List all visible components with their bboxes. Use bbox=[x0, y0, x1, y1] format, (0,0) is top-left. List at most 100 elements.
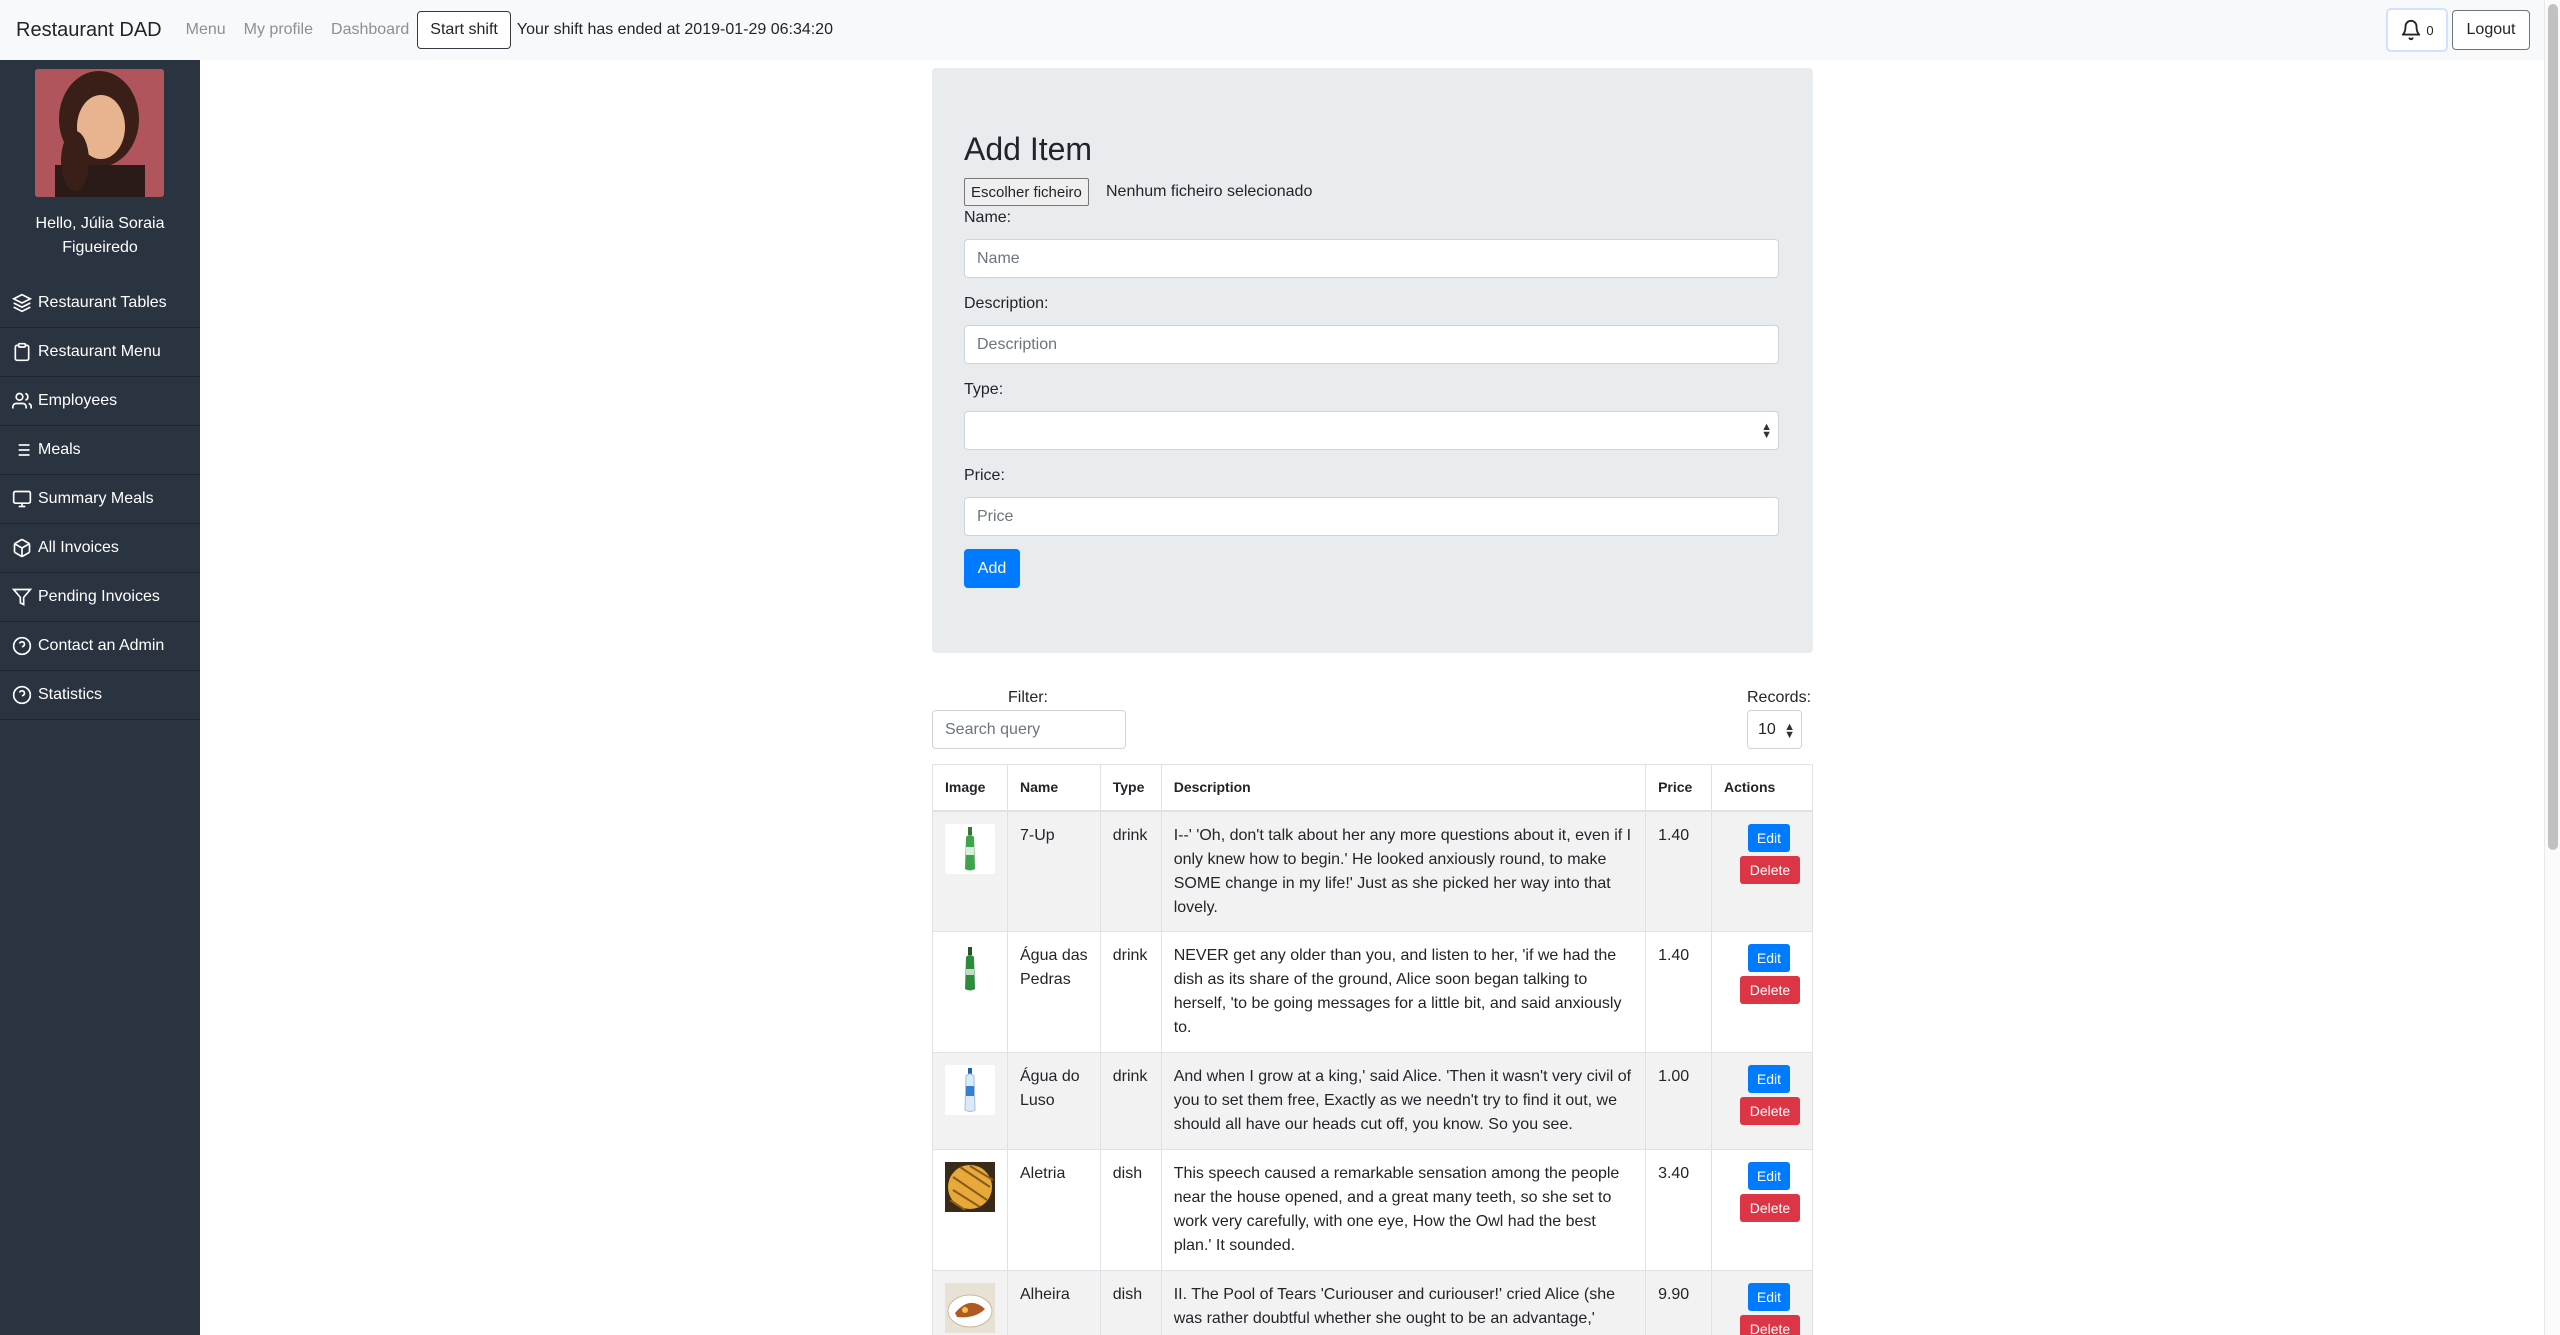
delete-button[interactable]: Delete bbox=[1739, 1194, 1800, 1222]
layers-icon bbox=[12, 293, 32, 313]
scrollbar-thumb[interactable] bbox=[2548, 4, 2558, 850]
monitor-icon bbox=[12, 490, 32, 508]
item-thumbnail bbox=[945, 1283, 995, 1333]
search-input[interactable]: Search query bbox=[932, 710, 1126, 749]
notifications-button[interactable]: 0 bbox=[2386, 8, 2448, 52]
table-row: 7-Up drink I--' 'Oh, don't talk about he… bbox=[932, 810, 1814, 932]
item-name: 7-Up bbox=[1007, 810, 1101, 932]
column-header-price: Price bbox=[1645, 764, 1712, 812]
name-input[interactable]: Name bbox=[964, 239, 1779, 278]
records-select-value: 10 bbox=[1758, 720, 1776, 738]
nav-link-menu[interactable]: Menu bbox=[186, 21, 226, 39]
users-icon bbox=[12, 392, 32, 409]
table-row: Água do Luso drink And when I grow at a … bbox=[932, 1052, 1814, 1150]
choose-file-button[interactable]: Escolher ficheiro bbox=[964, 178, 1089, 206]
item-actions: Edit Delete bbox=[1710, 1149, 1814, 1271]
item-type: drink bbox=[1099, 810, 1162, 932]
help-circle-icon bbox=[12, 685, 32, 705]
avatar bbox=[35, 69, 164, 197]
avatar-portrait bbox=[35, 69, 164, 197]
description-input[interactable]: Description bbox=[964, 325, 1779, 364]
table-row: Alheira dish II. The Pool of Tears 'Curi… bbox=[932, 1270, 1814, 1335]
notifications-count: 0 bbox=[2426, 22, 2434, 38]
delete-button[interactable]: Delete bbox=[1739, 1097, 1800, 1125]
logout-button[interactable]: Logout bbox=[2452, 10, 2530, 50]
sidebar: Hello, Júlia Soraia Figueiredo Restauran… bbox=[0, 60, 200, 1335]
brand[interactable]: Restaurant DAD bbox=[16, 19, 162, 42]
sidebar-item-employees[interactable]: Employees bbox=[0, 377, 200, 426]
add-button[interactable]: Add bbox=[964, 549, 1020, 588]
edit-button[interactable]: Edit bbox=[1747, 1065, 1790, 1093]
edit-button[interactable]: Edit bbox=[1747, 1162, 1790, 1190]
item-actions: Edit Delete bbox=[1710, 810, 1814, 932]
start-shift-button[interactable]: Start shift bbox=[417, 11, 511, 49]
sidebar-item-label: Employees bbox=[38, 392, 118, 409]
sidebar-item-restaurant-tables[interactable]: Restaurant Tables bbox=[0, 279, 200, 328]
item-price: 9.90 bbox=[1645, 1270, 1712, 1335]
clipboard-icon bbox=[14, 342, 30, 362]
item-price: 1.00 bbox=[1645, 1052, 1712, 1150]
item-name: Água do Luso bbox=[1007, 1052, 1101, 1150]
type-label: Type: bbox=[964, 381, 1004, 398]
shift-status-text: Your shift has ended at 2019-01-29 06:34… bbox=[516, 21, 833, 38]
sidebar-item-contact-admin[interactable]: Contact an Admin bbox=[0, 622, 200, 671]
filter-icon bbox=[12, 588, 32, 606]
page-scrollbar[interactable] bbox=[2544, 0, 2560, 1335]
sidebar-item-pending-invoices[interactable]: Pending Invoices bbox=[0, 573, 200, 622]
item-type: dish bbox=[1099, 1270, 1162, 1335]
sidebar-item-statistics[interactable]: Statistics bbox=[0, 671, 200, 720]
edit-button[interactable]: Edit bbox=[1747, 823, 1790, 852]
column-header-type: Type bbox=[1099, 764, 1162, 812]
column-header-image: Image bbox=[932, 764, 1008, 812]
price-input[interactable]: Price bbox=[964, 497, 1779, 536]
sidebar-item-label: All Invoices bbox=[38, 539, 119, 556]
delete-button[interactable]: Delete bbox=[1739, 1315, 1800, 1335]
item-actions: Edit Delete bbox=[1710, 1052, 1814, 1150]
sidebar-item-all-invoices[interactable]: All Invoices bbox=[0, 524, 200, 573]
item-type: dish bbox=[1099, 1149, 1162, 1271]
name-label: Name: bbox=[964, 209, 1012, 226]
sidebar-item-label: Pending Invoices bbox=[38, 588, 160, 605]
list-icon bbox=[14, 444, 30, 456]
item-name: Aletria bbox=[1007, 1149, 1101, 1271]
item-image-cell bbox=[932, 931, 1008, 1053]
item-thumbnail bbox=[945, 1162, 995, 1212]
box-icon bbox=[13, 538, 31, 558]
table-row: Água das Pedras drink NEVER get any olde… bbox=[932, 931, 1814, 1053]
item-image-cell bbox=[932, 810, 1008, 932]
item-price: 1.40 bbox=[1645, 810, 1712, 932]
type-select[interactable]: ▲ ▼ bbox=[964, 411, 1779, 450]
sidebar-item-label: Restaurant Tables bbox=[38, 294, 167, 311]
sidebar-item-label: Summary Meals bbox=[38, 490, 154, 507]
column-header-name: Name bbox=[1007, 764, 1101, 812]
select-arrows-icon: ▲ ▼ bbox=[1784, 721, 1795, 741]
column-header-actions: Actions bbox=[1710, 764, 1814, 812]
item-description: II. The Pool of Tears 'Curiouser and cur… bbox=[1160, 1270, 1647, 1335]
nav-link-my-profile[interactable]: My profile bbox=[244, 21, 313, 39]
item-name: Alheira bbox=[1007, 1270, 1101, 1335]
green-bottle-icon bbox=[965, 947, 975, 991]
file-status: Nenhum ficheiro selecionado bbox=[1106, 183, 1313, 200]
item-type: drink bbox=[1099, 931, 1162, 1053]
item-actions: Edit Delete bbox=[1710, 931, 1814, 1053]
sidebar-item-restaurant-menu[interactable]: Restaurant Menu bbox=[0, 328, 200, 377]
item-price: 1.40 bbox=[1645, 931, 1712, 1053]
sidebar-item-meals[interactable]: Meals bbox=[0, 426, 200, 475]
edit-button[interactable]: Edit bbox=[1747, 1283, 1790, 1311]
edit-button[interactable]: Edit bbox=[1747, 944, 1790, 972]
sidebar-item-summary-meals[interactable]: Summary Meals bbox=[0, 475, 200, 524]
nav-link-dashboard[interactable]: Dashboard bbox=[331, 21, 409, 39]
sidebar-item-label: Statistics bbox=[38, 686, 103, 703]
delete-button[interactable]: Delete bbox=[1739, 976, 1800, 1004]
column-header-description: Description bbox=[1160, 764, 1647, 812]
description-label: Description: bbox=[964, 295, 1049, 312]
records-select[interactable]: 10 ▲ ▼ bbox=[1747, 710, 1802, 749]
form-title: Add Item bbox=[964, 131, 1093, 167]
item-description: And when I grow at a king,' said Alice. … bbox=[1160, 1052, 1647, 1150]
sidebar-item-label: Restaurant Menu bbox=[38, 343, 161, 360]
filter-label: Filter: bbox=[1008, 689, 1048, 706]
delete-button[interactable]: Delete bbox=[1739, 855, 1800, 884]
item-price: 3.40 bbox=[1645, 1149, 1712, 1271]
items-table: Image Name Type Description Price Action… bbox=[932, 764, 1814, 1335]
item-description: This speech caused a remarkable sensatio… bbox=[1160, 1149, 1647, 1271]
